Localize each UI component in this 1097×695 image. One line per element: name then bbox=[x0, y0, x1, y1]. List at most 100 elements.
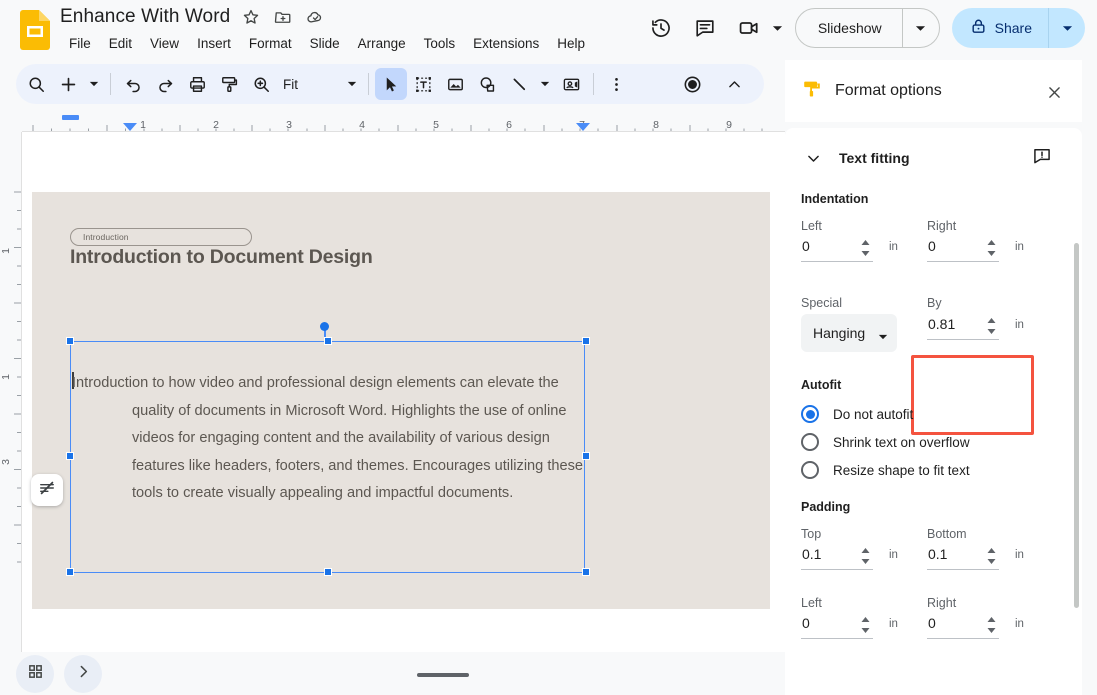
autofit-option-shrink-text-on-overflow[interactable]: Shrink text on overflow bbox=[801, 433, 970, 451]
new-slide-icon[interactable] bbox=[52, 68, 84, 100]
handle-middle-right[interactable] bbox=[582, 452, 590, 460]
slide-title[interactable]: Introduction to Document Design bbox=[70, 246, 373, 269]
panel-scrollbar[interactable] bbox=[1074, 243, 1079, 608]
menu-item-view[interactable]: View bbox=[141, 34, 188, 53]
more-options-icon[interactable] bbox=[600, 68, 632, 100]
select-tool-icon[interactable] bbox=[375, 68, 407, 100]
share-button[interactable]: Share bbox=[951, 8, 1085, 48]
padding-right-field[interactable]: 0 bbox=[927, 613, 999, 639]
expand-panel-button[interactable] bbox=[64, 655, 102, 693]
padding-top-field[interactable]: 0.1 bbox=[801, 544, 873, 570]
svg-text:3: 3 bbox=[286, 119, 292, 131]
slide-canvas-area[interactable]: Introduction Introduction to Document De… bbox=[22, 132, 785, 652]
handle-bottom-center[interactable] bbox=[324, 568, 332, 576]
insert-image-icon[interactable] bbox=[439, 68, 471, 100]
menu-item-file[interactable]: File bbox=[60, 34, 100, 53]
body-text-box[interactable]: Introduction to how video and profession… bbox=[66, 337, 590, 576]
meet-chevron-down-icon[interactable] bbox=[769, 8, 787, 48]
menu-item-edit[interactable]: Edit bbox=[100, 34, 141, 53]
star-icon[interactable] bbox=[240, 6, 262, 28]
search-icon[interactable] bbox=[20, 68, 52, 100]
padding-right-stepper[interactable] bbox=[986, 616, 997, 634]
special-select[interactable]: Hanging bbox=[801, 314, 897, 352]
svg-text:5: 5 bbox=[433, 119, 439, 131]
share-chevron-down-icon[interactable] bbox=[1049, 8, 1085, 48]
indent-left-field[interactable]: 0 bbox=[801, 236, 873, 262]
radio-do-not-autofit[interactable] bbox=[801, 405, 819, 423]
horizontal-ruler[interactable]: 1 2 3 4 5 6 7 8 9 bbox=[0, 110, 785, 132]
menu-item-help[interactable]: Help bbox=[548, 34, 594, 53]
handle-top-left[interactable] bbox=[66, 337, 74, 345]
slides-app-icon[interactable] bbox=[20, 10, 50, 50]
indent-right-field[interactable]: 0 bbox=[927, 236, 999, 262]
indent-left-stepper[interactable] bbox=[860, 239, 871, 257]
print-icon[interactable] bbox=[181, 68, 213, 100]
indent-right-stepper[interactable] bbox=[986, 239, 997, 257]
comment-icon[interactable] bbox=[685, 8, 725, 48]
padding-left-stepper[interactable] bbox=[860, 616, 871, 634]
move-to-folder-icon[interactable] bbox=[272, 6, 294, 28]
rotation-handle[interactable] bbox=[320, 322, 329, 331]
handle-top-right[interactable] bbox=[582, 337, 590, 345]
radio-resize-shape-to-fit-text[interactable] bbox=[801, 461, 819, 479]
grid-view-icon-button[interactable] bbox=[16, 655, 54, 693]
svg-text:1: 1 bbox=[140, 119, 146, 131]
slide-chip-label: Introduction bbox=[83, 232, 129, 242]
slide-chip[interactable]: Introduction bbox=[70, 228, 252, 246]
padding-bottom-field[interactable]: 0.1 bbox=[927, 544, 999, 570]
version-history-icon[interactable] bbox=[641, 8, 681, 48]
text-fitting-title: Text fitting bbox=[839, 150, 910, 166]
record-icon[interactable] bbox=[676, 68, 708, 100]
radio-shrink-text-on-overflow[interactable] bbox=[801, 433, 819, 451]
line-chevron-down-icon[interactable] bbox=[535, 68, 555, 100]
text-fitting-chevron-down-icon[interactable] bbox=[801, 146, 825, 170]
svg-text:6: 6 bbox=[506, 119, 512, 131]
slideshow-chevron-down-icon[interactable] bbox=[903, 9, 939, 47]
svg-text:9: 9 bbox=[726, 119, 732, 131]
slideshow-button[interactable]: Slideshow bbox=[794, 8, 940, 48]
close-icon[interactable] bbox=[1042, 80, 1066, 104]
padding-bottom-stepper[interactable] bbox=[986, 547, 997, 565]
menu-item-format[interactable]: Format bbox=[240, 34, 301, 53]
menu-item-tools[interactable]: Tools bbox=[415, 34, 465, 53]
vertical-ruler[interactable]: 1 1 3 bbox=[0, 132, 22, 652]
toolbar-separator-2 bbox=[368, 73, 369, 95]
padding-top-stepper[interactable] bbox=[860, 547, 871, 565]
padding-bottom-value: 0.1 bbox=[928, 546, 948, 562]
menu-item-slide[interactable]: Slide bbox=[301, 34, 349, 53]
menu-item-insert[interactable]: Insert bbox=[188, 34, 240, 53]
no-autofit-icon-button[interactable] bbox=[31, 474, 63, 506]
slideshow-label[interactable]: Slideshow bbox=[796, 9, 902, 47]
zoom-icon[interactable] bbox=[245, 68, 277, 100]
menu-item-extensions[interactable]: Extensions bbox=[464, 34, 548, 53]
padding-left-field[interactable]: 0 bbox=[801, 613, 873, 639]
share-label-group[interactable]: Share bbox=[952, 8, 1048, 48]
line-icon[interactable] bbox=[503, 68, 535, 100]
cloud-saved-icon[interactable] bbox=[304, 6, 326, 28]
undo-icon[interactable] bbox=[117, 68, 149, 100]
by-field[interactable]: 0.81 bbox=[927, 314, 999, 340]
zoom-chevron-down-icon[interactable] bbox=[342, 68, 362, 100]
special-chevron-down-icon[interactable] bbox=[878, 329, 888, 347]
text-box-icon[interactable] bbox=[407, 68, 439, 100]
collapse-toolbar-chevron-up-icon[interactable] bbox=[718, 68, 750, 100]
document-title[interactable]: Enhance With Word bbox=[60, 6, 230, 28]
autofit-option-do-not-autofit[interactable]: Do not autofit bbox=[801, 405, 913, 423]
shape-icon[interactable] bbox=[471, 68, 503, 100]
redo-icon[interactable] bbox=[149, 68, 181, 100]
handle-bottom-left[interactable] bbox=[66, 568, 74, 576]
menu-item-arrange[interactable]: Arrange bbox=[349, 34, 415, 53]
zoom-level-label[interactable]: Fit bbox=[277, 77, 304, 92]
handle-middle-left[interactable] bbox=[66, 452, 74, 460]
padding-left-label: Left bbox=[801, 596, 822, 610]
info-feedback-icon[interactable] bbox=[1032, 146, 1054, 168]
new-slide-chevron-down-icon[interactable] bbox=[84, 68, 104, 100]
video-camera-icon[interactable] bbox=[729, 8, 769, 48]
handle-bottom-right[interactable] bbox=[582, 568, 590, 576]
autofit-option-resize-shape-to-fit-text[interactable]: Resize shape to fit text bbox=[801, 461, 970, 479]
insert-video-icon[interactable] bbox=[555, 68, 587, 100]
by-stepper[interactable] bbox=[986, 317, 997, 335]
slide[interactable]: Introduction Introduction to Document De… bbox=[32, 192, 770, 609]
handle-top-center[interactable] bbox=[324, 337, 332, 345]
paint-format-icon[interactable] bbox=[213, 68, 245, 100]
